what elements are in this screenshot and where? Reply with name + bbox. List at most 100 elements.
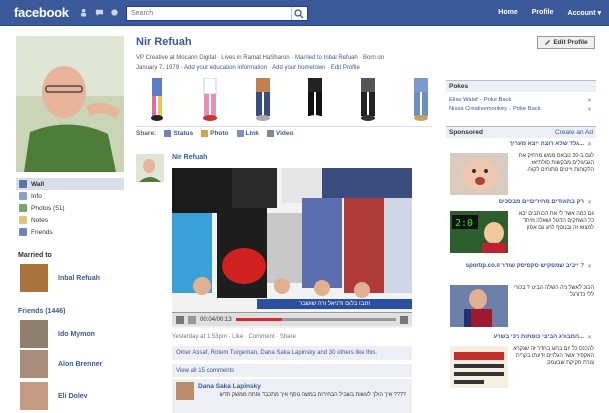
video-caption: וזנבו בלום ודניאל ורה שושבר xyxy=(298,301,371,307)
notification-jewels xyxy=(80,8,119,17)
likes-summary[interactable]: Omer Assaf, Rotem Turgeman, Dana Saka La… xyxy=(172,346,412,360)
leftnav-info[interactable]: Info xyxy=(16,190,124,202)
poke-name[interactable]: Eliav Walaf xyxy=(449,97,478,103)
pencil-icon xyxy=(545,40,551,45)
close-icon[interactable]: ✕ xyxy=(587,97,592,104)
ad-title[interactable]: רק בתאודים מחיריםיים מבסכים xyxy=(446,199,596,209)
leftnav-photos[interactable]: Photos (51) xyxy=(16,202,124,214)
relationship-title: Married to xyxy=(18,252,52,259)
post-author-name[interactable]: Nir Refuah xyxy=(172,154,207,161)
video-player[interactable]: וזנבו בלום ודניאל ורה שושבר xyxy=(172,168,412,328)
photo-strip xyxy=(144,78,434,122)
nav-account[interactable]: Account ▾ xyxy=(568,9,601,17)
video-progress-fill xyxy=(235,318,283,321)
photo-thumbnail[interactable] xyxy=(408,78,434,122)
photo-thumbnail[interactable] xyxy=(144,78,170,122)
friend-avatar[interactable] xyxy=(20,350,48,378)
ad-image[interactable] xyxy=(450,153,508,195)
view-all-comments-link[interactable]: View all 15 comments xyxy=(172,363,412,377)
post-author-avatar[interactable] xyxy=(136,154,164,182)
ad-item[interactable]: רק בתאודים מחיריםיים מבסכים ✕ 2:0 גם כמה… xyxy=(446,199,596,261)
avatar-image xyxy=(136,154,164,182)
close-icon[interactable]: ✕ xyxy=(587,141,592,148)
close-icon[interactable]: ✕ xyxy=(587,106,592,113)
add-education-link[interactable]: Add your education information xyxy=(184,65,267,71)
share-status[interactable]: Status xyxy=(164,130,193,137)
comment-author-avatar[interactable] xyxy=(176,382,194,400)
relationship-row[interactable]: Inbal Refuah xyxy=(20,264,100,292)
facebook-logo[interactable]: facebook xyxy=(14,5,69,20)
video-time: 00:04/00:13 xyxy=(200,316,232,323)
nav-profile[interactable]: Profile xyxy=(532,9,554,17)
photo-thumbnail[interactable] xyxy=(355,78,381,122)
leftnav-notes[interactable]: Notes xyxy=(16,214,124,226)
share-video[interactable]: Video xyxy=(266,130,294,137)
ad-title[interactable]: ...המבורג הביצי כופתות רכי בשרע xyxy=(446,334,596,344)
friend-row[interactable]: Alon Brenner xyxy=(20,350,102,378)
video-progress-bar[interactable] xyxy=(235,318,396,321)
poke-back-link[interactable]: Poke Back xyxy=(484,97,512,103)
leftnav-wall[interactable]: Wall xyxy=(16,178,124,190)
profile-info: VP Creative at Mocann Digital · Lives in… xyxy=(136,55,385,71)
profile-name[interactable]: Nir Refuah xyxy=(136,36,192,48)
poke-name[interactable]: Nissa Creativemonkey xyxy=(449,106,507,112)
svg-text:2:0: 2:0 xyxy=(455,218,473,229)
poke-back-link[interactable]: Poke Back xyxy=(513,106,541,112)
close-icon[interactable]: ✕ xyxy=(587,334,592,341)
leftnav-friends[interactable]: Friends xyxy=(16,226,124,238)
relationship-avatar[interactable] xyxy=(20,264,48,292)
photo-icon xyxy=(201,130,209,137)
comment-author[interactable]: Dana Saka Lapinsky xyxy=(198,383,261,390)
friend-requests-icon[interactable] xyxy=(80,8,89,17)
friend-avatar[interactable] xyxy=(20,320,48,348)
close-icon[interactable]: ✕ xyxy=(587,263,592,270)
friend-avatar[interactable] xyxy=(20,382,48,410)
ad-body: להכנס כל יום בחוג בחדר זה שנקרא האקפיר א… xyxy=(513,346,594,366)
comment-text: ???? איך הולך לעשות בשביל הבחירות במשה נ… xyxy=(219,392,406,398)
ad-body: לגם ב-20 נובאס ממש מרחיק את הגבעולים מבק… xyxy=(518,153,594,173)
photo-thumbnail[interactable] xyxy=(197,78,223,122)
friend-name[interactable]: Ido Mymon xyxy=(58,331,95,338)
ad-item[interactable]: ...גלד שלא רוצה ייצא מעריך ✕ לגם ב-20 נו… xyxy=(446,141,596,199)
search-icon xyxy=(294,9,304,19)
friend-name[interactable]: Eli Dolev xyxy=(58,393,88,400)
friend-name[interactable]: Alon Brenner xyxy=(58,361,102,368)
fullscreen-icon[interactable] xyxy=(400,315,408,324)
married-info[interactable]: Married to Inbal Refuah xyxy=(295,55,358,61)
ad-image[interactable] xyxy=(450,346,508,388)
volume-icon[interactable] xyxy=(188,315,196,324)
share-link[interactable]: Link xyxy=(236,130,259,137)
nav-home[interactable]: Home xyxy=(498,9,517,17)
relationship-name[interactable]: Inbal Refuah xyxy=(58,275,100,282)
edit-profile-button[interactable]: Edit Profile xyxy=(537,36,595,49)
photo-thumbnail[interactable] xyxy=(250,78,276,122)
messages-icon[interactable] xyxy=(95,8,104,17)
birth-label: Born on xyxy=(363,55,385,61)
pokes-header: Pokes xyxy=(446,80,596,92)
friend-row[interactable]: Ido Mymon xyxy=(20,320,95,348)
profile-picture[interactable] xyxy=(16,36,124,172)
search-button[interactable] xyxy=(291,7,307,20)
ad-image[interactable]: 2:0 xyxy=(450,211,508,253)
close-icon[interactable]: ✕ xyxy=(587,199,592,206)
ad-body: גם כמה אשר לי את הכותבים יבא כל השחקים ה… xyxy=(518,211,594,231)
ad-item[interactable]: ...המבורג הביצי כופתות רכי בשרע ✕ להכנס … xyxy=(446,334,596,410)
add-hometown-link[interactable]: Add your hometown xyxy=(272,65,325,71)
share-label: Share: xyxy=(136,130,157,137)
friend-row[interactable]: Eli Dolev xyxy=(20,382,88,410)
search-input[interactable]: Search xyxy=(131,10,153,17)
ad-title[interactable]: ? ייביב שמפקיש סקסיסק שודר sportip.co.il xyxy=(446,263,596,273)
create-ad-link[interactable]: Create an Ad xyxy=(555,129,593,136)
ad-image[interactable] xyxy=(450,285,508,327)
pause-icon[interactable] xyxy=(176,315,184,324)
edit-profile-link[interactable]: Edit Profile xyxy=(331,65,360,71)
video-icon xyxy=(266,130,274,137)
ad-item[interactable]: ? ייביב שמפקיש סקסיסק שודר sportip.co.il… xyxy=(446,263,596,331)
notifications-icon[interactable] xyxy=(110,8,119,17)
friends-title[interactable]: Friends (1446) xyxy=(18,308,65,315)
share-photo[interactable]: Photo xyxy=(201,130,229,137)
photo-thumbnail[interactable] xyxy=(302,78,328,122)
post-meta[interactable]: Yesterday at 1:53pm · Like · Comment · S… xyxy=(172,334,296,340)
search-box[interactable]: Search xyxy=(126,6,308,21)
ad-title[interactable]: ...גלד שלא רוצה ייצא מעריך xyxy=(446,141,596,151)
